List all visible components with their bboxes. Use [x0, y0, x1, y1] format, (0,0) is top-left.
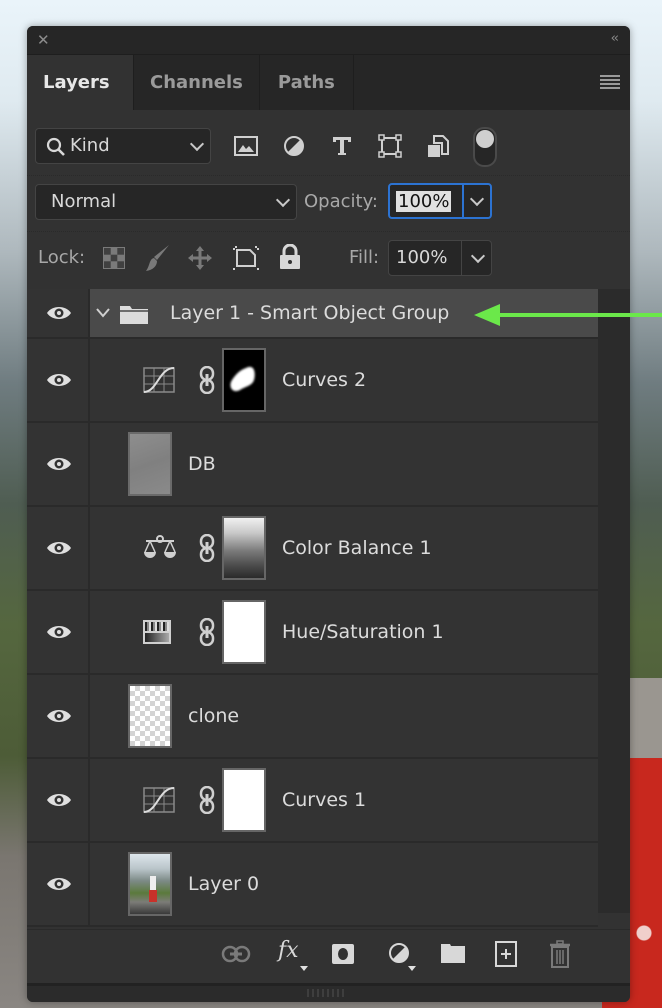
pixel-layer-filter-icon[interactable] [233, 133, 259, 159]
fill-chevron-icon[interactable] [470, 248, 486, 264]
curves-icon [143, 787, 175, 813]
layers-footer-toolbar: fx [27, 929, 630, 980]
kind-filter-select[interactable]: Kind [35, 128, 211, 164]
add-mask-icon[interactable] [332, 944, 354, 964]
eye-icon[interactable] [46, 707, 72, 725]
layer-thumbnail[interactable] [128, 852, 172, 916]
new-group-icon[interactable] [440, 942, 466, 964]
hue-saturation-icon [143, 620, 171, 644]
layers-scrollbar[interactable] [598, 289, 630, 913]
close-icon[interactable]: ✕ [37, 31, 50, 49]
layer-mask-thumbnail[interactable] [222, 600, 266, 664]
layer-name[interactable]: Color Balance 1 [282, 537, 432, 559]
opacity-field[interactable]: 100% [388, 183, 492, 219]
new-adjustment-icon[interactable] [388, 942, 410, 964]
fill-field[interactable]: 100% [388, 240, 492, 276]
fill-input[interactable]: 100% [396, 247, 447, 268]
blend-mode-value: Normal [51, 191, 117, 212]
eye-icon[interactable] [46, 791, 72, 809]
layer-row[interactable]: Hue/Saturation 1 [27, 591, 598, 675]
layer-row[interactable]: clone [27, 675, 598, 759]
eye-icon[interactable] [46, 371, 72, 389]
eye-icon[interactable] [46, 875, 72, 893]
layer-row[interactable]: Color Balance 1 [27, 507, 598, 591]
fx-icon[interactable]: fx [278, 938, 299, 963]
lock-label: Lock: [38, 247, 86, 268]
eye-icon[interactable] [46, 623, 72, 641]
layer-name[interactable]: Hue/Saturation 1 [282, 621, 444, 643]
fill-label: Fill: [349, 247, 380, 268]
opacity-input[interactable]: 100% [396, 191, 452, 212]
chevron-down-icon[interactable] [95, 307, 111, 319]
layer-mask-thumbnail[interactable] [222, 516, 266, 580]
tab-channels[interactable]: Channels [134, 55, 260, 110]
curves-icon [143, 367, 175, 393]
shape-layer-filter-icon[interactable] [377, 133, 403, 159]
layer-name[interactable]: clone [188, 705, 239, 727]
annotation-arrow [474, 304, 662, 326]
eye-icon[interactable] [46, 539, 72, 557]
layer-name[interactable]: Layer 0 [188, 873, 259, 895]
panel-tabs: Layers Channels Paths [27, 55, 630, 110]
eye-icon[interactable] [46, 455, 72, 473]
lock-all-icon[interactable] [279, 244, 301, 270]
lock-transparent-pixels-icon[interactable] [103, 247, 125, 269]
chevron-down-icon [189, 136, 205, 152]
layer-thumbnail[interactable] [128, 684, 172, 748]
color-balance-icon [144, 535, 176, 558]
tab-paths[interactable]: Paths [260, 55, 354, 110]
layer-name[interactable]: Layer 1 - Smart Object Group [170, 302, 449, 324]
fx-dropdown-icon [300, 966, 308, 971]
opacity-chevron-icon[interactable] [469, 191, 485, 207]
mask-link-icon[interactable] [199, 786, 215, 814]
blend-mode-select[interactable]: Normal [35, 184, 297, 220]
layer-row[interactable]: Layer 0 [27, 843, 598, 927]
layer-name[interactable]: DB [188, 453, 216, 475]
adjustment-layer-filter-icon[interactable] [281, 133, 307, 159]
lock-image-pixels-icon[interactable] [145, 244, 171, 272]
layer-name[interactable]: Curves 2 [282, 369, 366, 391]
mask-link-icon[interactable] [199, 534, 215, 562]
layer-mask-thumbnail[interactable] [222, 768, 266, 832]
layers-list: Layer 1 - Smart Object Group Curves 2 DB… [27, 289, 598, 927]
adjustment-dropdown-icon [408, 966, 416, 971]
link-layers-icon[interactable] [221, 944, 251, 964]
layer-name[interactable]: Curves 1 [282, 789, 366, 811]
layer-thumbnail[interactable] [128, 432, 172, 496]
filter-toggle[interactable] [473, 127, 497, 167]
panel-resize-handle[interactable] [27, 983, 630, 1002]
layers-panel: ✕ ‹‹ Layers Channels Paths Kind Normal O… [27, 26, 630, 1002]
kind-label: Kind [70, 135, 110, 156]
layer-row[interactable]: Curves 2 [27, 339, 598, 423]
opacity-label: Opacity: [304, 191, 378, 212]
layer-mask-thumbnail[interactable] [222, 348, 266, 412]
layer-row[interactable]: Curves 1 [27, 759, 598, 843]
mask-link-icon[interactable] [199, 366, 215, 394]
search-icon [46, 137, 65, 156]
lock-position-icon[interactable] [187, 245, 213, 271]
tab-layers[interactable]: Layers [27, 55, 134, 110]
mask-link-icon[interactable] [199, 618, 215, 646]
folder-icon [120, 306, 148, 324]
smart-object-filter-icon[interactable] [425, 133, 451, 159]
new-layer-icon[interactable] [495, 941, 517, 967]
collapse-icon[interactable]: ‹‹ [611, 31, 620, 46]
lock-artboard-icon[interactable] [232, 245, 260, 271]
type-layer-filter-icon[interactable] [329, 133, 355, 159]
eye-icon[interactable] [46, 304, 72, 322]
layer-row[interactable]: DB [27, 423, 598, 507]
delete-layer-icon[interactable] [549, 940, 571, 968]
panel-menu-icon[interactable] [600, 75, 620, 91]
panel-titlebar: ✕ ‹‹ [27, 26, 630, 55]
chevron-down-icon [275, 192, 291, 208]
